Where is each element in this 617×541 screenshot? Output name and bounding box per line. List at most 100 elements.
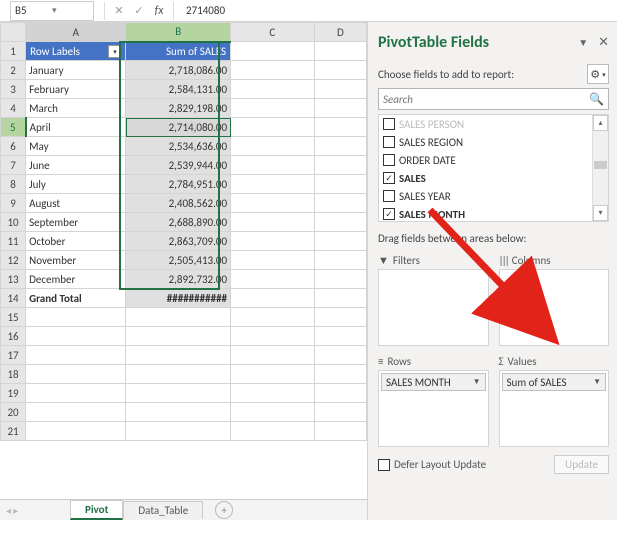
cell[interactable]: May <box>26 137 126 156</box>
row-header[interactable]: 21 <box>1 422 26 441</box>
field-label: SALES MONTH <box>399 208 465 221</box>
defer-update-checkbox[interactable]: Defer Layout Update <box>378 458 486 471</box>
cell[interactable]: 2,505,413.00 <box>126 251 231 270</box>
col-header-A[interactable]: A <box>26 23 126 42</box>
col-header-D[interactable]: D <box>314 23 366 42</box>
add-sheet-button[interactable]: + <box>215 501 233 519</box>
rows-field-pill[interactable]: SALES MONTH▼ <box>381 373 486 391</box>
row-header[interactable]: 11 <box>1 232 26 251</box>
cell[interactable]: 2,829,198.00 <box>126 99 231 118</box>
cell[interactable]: 2,892,732.00 <box>126 270 231 289</box>
cell[interactable]: February <box>26 80 126 99</box>
search-box[interactable]: 🔍 <box>378 88 609 110</box>
chevron-down-icon[interactable]: ▼ <box>593 377 601 387</box>
col-header-C[interactable]: C <box>231 23 315 42</box>
cell[interactable]: 2,718,086.00 <box>126 61 231 80</box>
cell[interactable]: January <box>26 61 126 80</box>
row-header[interactable]: 16 <box>1 327 26 346</box>
tab-data-table[interactable]: Data_Table <box>123 501 203 519</box>
row-header[interactable]: 19 <box>1 384 26 403</box>
checkbox-icon[interactable] <box>383 190 395 202</box>
row-header[interactable]: 20 <box>1 403 26 422</box>
row-header[interactable]: 2 <box>1 61 26 80</box>
filters-dropzone[interactable] <box>378 269 489 346</box>
search-input[interactable] <box>383 93 589 106</box>
cell[interactable]: March <box>26 99 126 118</box>
field-item[interactable]: ORDER DATE <box>379 151 592 169</box>
field-item[interactable]: SALES PERSON <box>379 115 592 133</box>
values-field-pill[interactable]: Sum of SALES▼ <box>502 373 607 391</box>
cell[interactable]: 2,539,944.00 <box>126 156 231 175</box>
values-dropzone[interactable]: Sum of SALES▼ <box>499 370 610 447</box>
cell[interactable]: September <box>26 213 126 232</box>
field-item[interactable]: SALES YEAR <box>379 187 592 205</box>
row-header[interactable]: 14 <box>1 289 26 308</box>
row-header[interactable]: 6 <box>1 137 26 156</box>
row-header[interactable]: 17 <box>1 346 26 365</box>
name-box[interactable]: B5 ▾ <box>10 1 94 21</box>
cell[interactable]: October <box>26 232 126 251</box>
scroll-thumb[interactable] <box>594 161 607 169</box>
cell[interactable]: 2,408,562.00 <box>126 194 231 213</box>
row-header[interactable]: 5 <box>1 118 26 137</box>
checkbox-icon[interactable] <box>383 154 395 166</box>
grid-area[interactable]: ABCD1Row Labels▾Sum of SALES2January2,71… <box>0 22 367 499</box>
cell[interactable]: ########### <box>126 289 231 308</box>
cell[interactable]: December <box>26 270 126 289</box>
row-header[interactable]: 9 <box>1 194 26 213</box>
drag-hint: Drag fields between areas below: <box>378 232 609 245</box>
scroll-down-icon[interactable]: ▾ <box>593 205 608 221</box>
row-header[interactable]: 8 <box>1 175 26 194</box>
cancel-icon[interactable]: ✕ <box>109 1 129 21</box>
row-header[interactable]: 7 <box>1 156 26 175</box>
rows-dropzone[interactable]: SALES MONTH▼ <box>378 370 489 447</box>
cell[interactable]: 2,714,080.00 <box>126 118 231 137</box>
fx-icon[interactable]: fx <box>149 1 169 21</box>
cell[interactable]: 2,863,709.00 <box>126 232 231 251</box>
checkbox-icon[interactable]: ✓ <box>383 172 395 184</box>
row-header[interactable]: 18 <box>1 365 26 384</box>
cell[interactable]: 2,534,636.00 <box>126 137 231 156</box>
checkbox-icon[interactable]: ✓ <box>383 208 395 220</box>
formula-value[interactable]: 2714080 <box>178 4 225 17</box>
pivot-row-labels-header[interactable]: Row Labels▾ <box>26 42 125 60</box>
row-header[interactable]: 15 <box>1 308 26 327</box>
chevron-down-icon[interactable]: ▾ <box>52 5 89 16</box>
filter-dropdown-icon[interactable]: ▾ <box>108 45 121 58</box>
cell[interactable]: April <box>26 118 126 137</box>
checkbox-icon[interactable] <box>383 118 395 130</box>
row-header[interactable]: 13 <box>1 270 26 289</box>
cell[interactable]: July <box>26 175 126 194</box>
row-header[interactable]: 4 <box>1 99 26 118</box>
chevron-down-icon[interactable]: ▼ <box>578 36 588 49</box>
cell[interactable]: August <box>26 194 126 213</box>
cell[interactable]: 2,584,131.00 <box>126 80 231 99</box>
scroll-up-icon[interactable]: ▴ <box>593 115 608 131</box>
field-item[interactable]: ✓ SALES MONTH <box>379 205 592 221</box>
columns-area: |||Columns <box>499 251 610 346</box>
row-header[interactable]: 10 <box>1 213 26 232</box>
cell[interactable]: 2,784,951.00 <box>126 175 231 194</box>
pivot-fields-pane: PivotTable Fields ▼ ✕ Choose fields to a… <box>367 22 617 520</box>
field-item[interactable]: ✓SALES <box>379 169 592 187</box>
filter-icon: ▼ <box>378 254 389 267</box>
field-item[interactable]: SALES REGION <box>379 133 592 151</box>
row-header[interactable]: 1 <box>1 42 26 61</box>
tab-nav[interactable]: ◂ ▸ <box>6 504 18 517</box>
scrollbar[interactable]: ▴ ▾ <box>592 115 608 221</box>
tab-pivot[interactable]: Pivot <box>70 500 123 520</box>
col-header-B[interactable]: B <box>126 23 231 42</box>
layout-options-button[interactable]: ⚙▾ <box>587 64 609 84</box>
row-header[interactable]: 3 <box>1 80 26 99</box>
close-icon[interactable]: ✕ <box>598 35 609 50</box>
cell[interactable]: June <box>26 156 126 175</box>
row-header[interactable]: 12 <box>1 251 26 270</box>
cell[interactable]: 2,688,890.00 <box>126 213 231 232</box>
chevron-down-icon[interactable]: ▼ <box>473 377 481 387</box>
checkbox-icon[interactable] <box>383 136 395 148</box>
update-button[interactable]: Update <box>554 455 609 474</box>
check-icon[interactable]: ✓ <box>129 1 149 21</box>
cell[interactable]: Grand Total <box>26 289 126 308</box>
columns-dropzone[interactable] <box>499 269 610 346</box>
cell[interactable]: November <box>26 251 126 270</box>
